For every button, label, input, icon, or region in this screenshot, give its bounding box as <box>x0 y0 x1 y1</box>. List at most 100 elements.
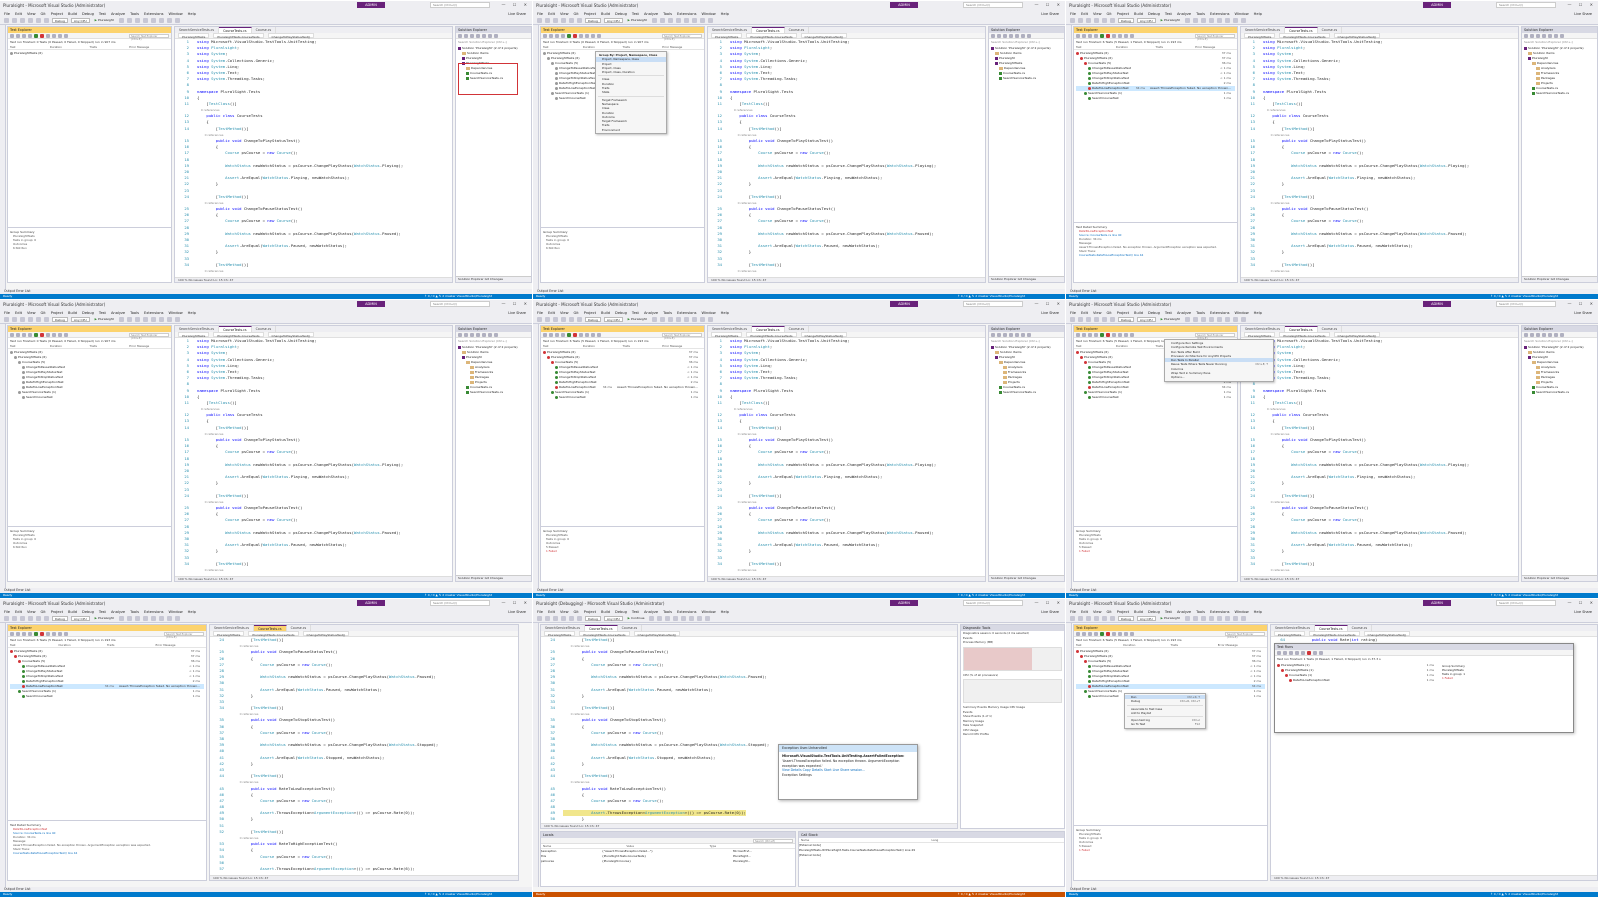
test-runs-toolbar-icon[interactable] <box>1295 650 1299 655</box>
issues-indicator[interactable]: No issues found <box>224 876 248 880</box>
toolbar-icon[interactable] <box>1224 317 1230 322</box>
code-area[interactable]: 1using Microsoft.VisualStudio.TestTools.… <box>175 39 452 282</box>
solution-toolbar-icon[interactable] <box>1554 332 1558 337</box>
group-by-option[interactable]: Environment <box>596 128 666 132</box>
config-dropdown[interactable]: Debug <box>585 616 601 621</box>
menu-item-window[interactable]: Window <box>702 610 716 614</box>
status-repo[interactable]: VisualStudio/Pluralsight <box>1523 892 1558 896</box>
failed-filter-icon[interactable] <box>40 33 44 38</box>
output-tab[interactable]: Output <box>4 588 15 592</box>
toolbar-icon[interactable] <box>569 18 574 23</box>
zoom-level[interactable]: 100 % <box>1244 577 1254 581</box>
passed-filter-icon[interactable] <box>1100 33 1104 38</box>
toolbar-icon[interactable] <box>1240 317 1246 322</box>
menu-item-help[interactable]: Help <box>721 311 729 315</box>
output-tab[interactable]: Output <box>4 289 15 293</box>
nav-class-dropdown[interactable]: PluralsightTests.CourseTests <box>746 332 797 338</box>
test-search-input[interactable]: Search Test Explorer (Ctrl+E) <box>129 33 169 41</box>
test-search-input[interactable]: Search Test Explorer (Ctrl+E) <box>662 33 702 41</box>
solution-toolbar-icon[interactable] <box>991 33 995 38</box>
toolbar-icon[interactable] <box>651 18 657 23</box>
toolbar-icon[interactable] <box>545 317 550 322</box>
menu-item-help[interactable]: Help <box>721 610 729 614</box>
playlist-icon[interactable] <box>1118 631 1122 636</box>
menu-item-test[interactable]: Test <box>99 610 106 614</box>
toolbar-icon[interactable] <box>705 616 711 621</box>
git-changes-tab[interactable]: Git Changes <box>1018 576 1036 580</box>
solution-toolbar-icon[interactable] <box>488 332 492 337</box>
code-area[interactable]: 1using Microsoft.VisualStudio.TestTools.… <box>1241 338 1518 581</box>
menu-item-build[interactable]: Build <box>68 311 77 315</box>
user-badge[interactable]: ADMIN <box>357 600 385 606</box>
zoom-level[interactable]: 100 % <box>178 577 188 581</box>
run-icon[interactable] <box>16 332 20 337</box>
start-button[interactable]: Pluralsight <box>93 18 116 23</box>
toolbar-icon[interactable] <box>1224 616 1230 621</box>
solution-toolbar-icon[interactable] <box>458 33 462 38</box>
repeat-icon[interactable] <box>555 332 559 337</box>
context-option[interactable]: Go To Test F12 <box>1125 722 1205 726</box>
locals-column[interactable]: Type <box>710 844 793 848</box>
start-button[interactable]: Continue <box>626 616 647 621</box>
locals-search[interactable]: Search (Ctrl+E) <box>753 838 793 843</box>
toolbar-icon[interactable] <box>118 317 124 322</box>
menu-item-help[interactable]: Help <box>1254 610 1262 614</box>
playlist-icon[interactable] <box>52 33 56 38</box>
user-badge[interactable]: ADMIN <box>890 301 918 307</box>
menu-item-extensions[interactable]: Extensions <box>1210 311 1230 315</box>
issues-indicator[interactable]: No issues found <box>722 577 746 581</box>
toolbar-icon[interactable] <box>166 18 172 23</box>
passed-filter-icon[interactable] <box>567 332 571 337</box>
code-area[interactable]: 1using Microsoft.VisualStudio.TestTools.… <box>175 338 452 581</box>
group-by-icon[interactable] <box>591 332 595 337</box>
menu-item-git[interactable]: Git <box>1107 12 1112 16</box>
status-repo[interactable]: VisualStudio/Pluralsight <box>457 593 492 597</box>
config-dropdown[interactable]: Debug <box>52 317 68 322</box>
toolbar-icon[interactable] <box>699 317 705 322</box>
menu-item-edit[interactable]: Edit <box>1081 311 1088 315</box>
search-box[interactable]: Search (Ctrl+Q) <box>963 600 1023 606</box>
user-badge[interactable]: ADMIN <box>357 301 385 307</box>
toolbar-icon[interactable] <box>134 18 140 23</box>
menu-item-extensions[interactable]: Extensions <box>144 12 164 16</box>
toolbar-icon[interactable] <box>665 616 671 621</box>
call-stack-column[interactable]: Lang <box>932 838 1063 842</box>
menu-item-git[interactable]: Git <box>1107 610 1112 614</box>
settings-icon[interactable] <box>1130 33 1134 38</box>
debug-icon[interactable] <box>28 631 32 636</box>
test-search-input[interactable]: Search Test Explorer (Ctrl+E) <box>1195 332 1235 340</box>
column-header[interactable]: Traits <box>623 344 663 348</box>
menu-item-help[interactable]: Help <box>188 311 196 315</box>
menu-item-tools[interactable]: Tools <box>1196 311 1205 315</box>
toolbar-icon[interactable] <box>707 317 713 322</box>
toolbar-icon[interactable] <box>1110 317 1115 322</box>
search-box[interactable]: Search (Ctrl+Q) <box>963 2 1023 8</box>
run-all-icon[interactable] <box>1076 332 1080 337</box>
column-header[interactable]: Duration <box>1123 643 1170 647</box>
solution-item[interactable]: SearchServiceTests.cs <box>991 390 1062 395</box>
playlist-icon[interactable] <box>52 332 56 337</box>
toolbar-icon[interactable] <box>174 317 180 322</box>
toolbar-icon[interactable] <box>691 18 697 23</box>
toolbar-icon[interactable] <box>126 317 132 322</box>
column-header[interactable]: Traits <box>1156 45 1196 49</box>
toolbar-icon[interactable] <box>651 317 657 322</box>
toolbar-icon[interactable] <box>1102 317 1107 322</box>
notrun-filter-icon[interactable] <box>46 33 50 38</box>
menu-item-window[interactable]: Window <box>169 311 183 315</box>
live-share-button[interactable]: Live Share <box>1574 12 1592 16</box>
toolbar-icon[interactable] <box>142 616 148 621</box>
playlist-icon[interactable] <box>1118 332 1122 337</box>
solution-explorer-tab[interactable]: Solution Explorer <box>991 277 1017 281</box>
nav-member-dropdown[interactable]: ChangeToPlayStatusTest() <box>1333 33 1381 39</box>
menu-item-analyze[interactable]: Analyze <box>111 311 125 315</box>
status-branch[interactable]: master <box>1511 892 1522 896</box>
menu-item-git[interactable]: Git <box>41 12 46 16</box>
column-header[interactable]: Traits <box>107 643 156 647</box>
toolbar-icon[interactable] <box>150 317 156 322</box>
menu-item-file[interactable]: File <box>537 12 543 16</box>
toolbar-icon[interactable] <box>134 616 140 621</box>
menu-item-test[interactable]: Test <box>99 12 106 16</box>
menu-item-extensions[interactable]: Extensions <box>144 311 164 315</box>
toolbar-icon[interactable] <box>657 616 663 621</box>
